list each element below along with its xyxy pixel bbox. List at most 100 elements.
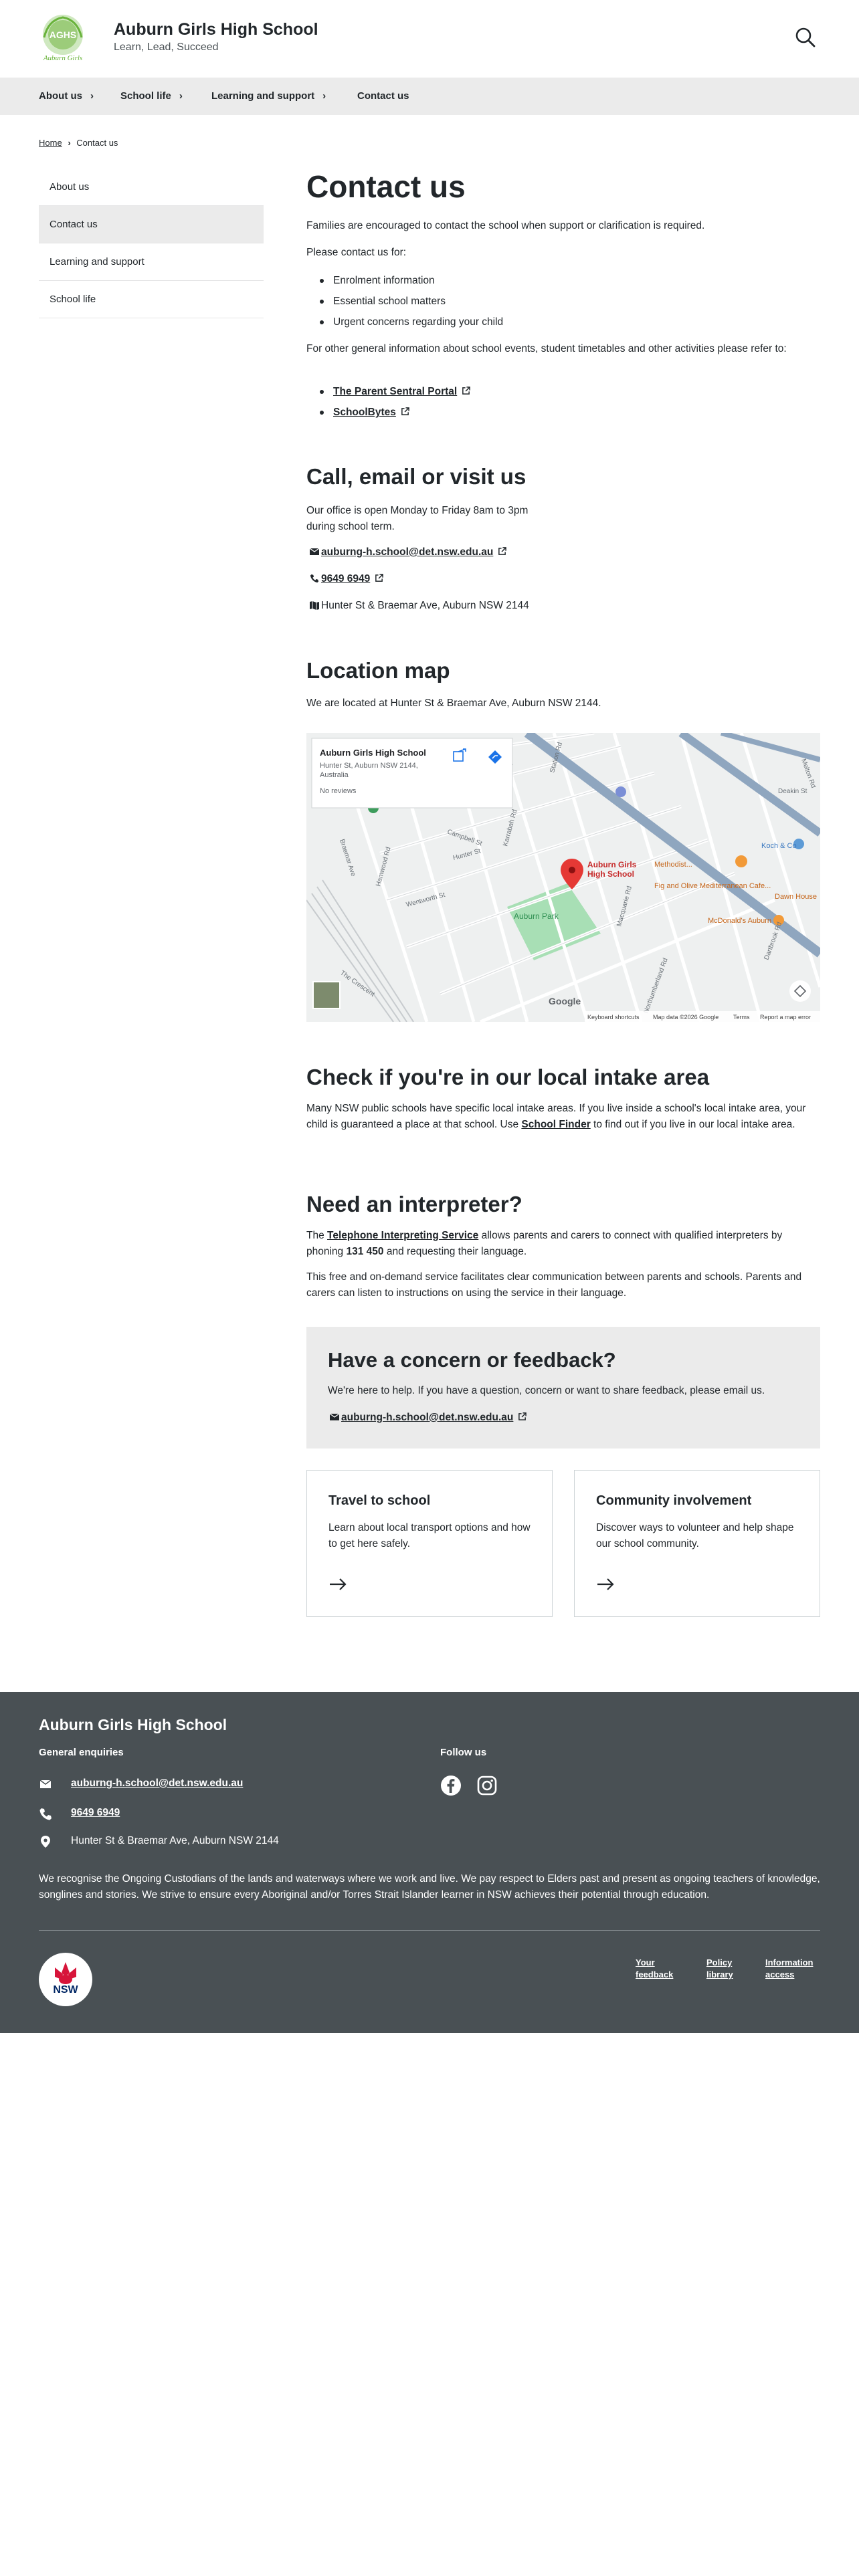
interpreter-text-2: This free and on-demand service facilita… [306, 1271, 802, 1299]
breadcrumb-home[interactable]: Home [39, 138, 62, 148]
tis-phone: 131 450 [346, 1246, 384, 1257]
external-link-icon [498, 547, 507, 555]
phone-icon [39, 1808, 52, 1820]
schoolbytes-link[interactable]: SchoolBytes [333, 407, 396, 418]
nsw-logo[interactable]: NSW [39, 1953, 92, 2006]
other-info-text: For other general information about scho… [306, 343, 787, 354]
arrow-right-icon [597, 1578, 614, 1590]
address-row: Hunter St & Braemar Ave, Auburn NSW 2144 [309, 598, 529, 614]
list-item: SchoolBytes [320, 402, 470, 423]
email-icon [309, 548, 320, 555]
footer-email-link[interactable]: auburng-h.school@det.nsw.edu.au [71, 1778, 243, 1790]
place-label: Koch & Co [761, 842, 797, 850]
email-link[interactable]: auburng-h.school@det.nsw.edu.au [321, 546, 493, 558]
link-line: feedback [636, 1969, 674, 1979]
your-feedback-link[interactable]: Your feedback [636, 1957, 673, 1981]
parent-sentral-link[interactable]: The Parent Sentral Portal [333, 386, 457, 397]
search-button[interactable] [793, 25, 818, 49]
location-heading: Location map [306, 658, 450, 683]
email-icon [39, 1780, 52, 1788]
link-line: access [765, 1969, 795, 1979]
footer-phone-link[interactable]: 9649 6949 [71, 1807, 120, 1819]
nav-item-about-us[interactable]: About us › [39, 78, 94, 115]
map-card-address: Hunter St, Auburn NSW 2144, [320, 762, 418, 770]
place-label: Methodist... [654, 861, 692, 869]
office-hours-line2: during school term. [306, 521, 395, 532]
chevron-right-icon: › [179, 90, 183, 102]
community-card[interactable]: Community involvement Discover ways to v… [574, 1470, 820, 1617]
contact-reasons-list: Enrolment information Essential school m… [320, 270, 503, 332]
footer-divider [39, 1930, 820, 1931]
map-card-address: Australia [320, 771, 349, 779]
link-line: Your [636, 1957, 655, 1967]
facebook-icon[interactable] [440, 1775, 462, 1796]
nav-item-school-life[interactable]: School life › [120, 78, 183, 115]
google-brand: Google [549, 996, 581, 1006]
chevron-right-icon: › [90, 90, 94, 102]
card-text: Discover ways to volunteer and help shap… [596, 1522, 794, 1549]
sidebar-item-contact-us[interactable]: Contact us [39, 206, 264, 243]
nav-item-learning-and-support[interactable]: Learning and support › [211, 78, 326, 115]
follow-heading: Follow us [440, 1747, 487, 1758]
breadcrumb: Home › Contact us [39, 138, 118, 148]
svg-text:AGHS: AGHS [50, 29, 76, 40]
nav-label: Contact us [357, 90, 409, 102]
list-item: Urgent concerns regarding your child [320, 312, 503, 332]
nav-item-contact-us[interactable]: Contact us [357, 78, 409, 115]
external-link-icon [518, 1412, 527, 1420]
concern-email-row: auburng-h.school@det.nsw.edu.au [329, 1410, 527, 1426]
footer-school-name: Auburn Girls High School [39, 1716, 227, 1733]
address-text: Hunter St & Braemar Ave, Auburn NSW 2144 [321, 600, 529, 611]
office-hours-line1: Our office is open Monday to Friday 8am … [306, 505, 529, 516]
pin-label-line1: Auburn Girls [587, 860, 637, 869]
external-link-icon [375, 574, 384, 582]
map-layer-thumbnail [312, 981, 341, 1009]
resource-links-list: The Parent Sentral Portal SchoolBytes [320, 381, 471, 423]
map-footer-item: Report a map error [760, 1014, 811, 1021]
list-item: The Parent Sentral Portal [320, 381, 471, 402]
arrow-right-icon [330, 1578, 347, 1590]
map-canvas[interactable]: Auburn Girls High School Auburn Park Fig… [306, 733, 820, 1022]
search-icon [795, 27, 816, 47]
map-icon [310, 601, 319, 610]
external-link-icon [462, 387, 471, 395]
call-heading: Call, email or visit us [306, 464, 527, 489]
list-item: Essential school matters [320, 291, 503, 312]
embedded-map[interactable]: Auburn Girls High School Auburn Park Fig… [306, 733, 820, 1022]
school-name[interactable]: Auburn Girls High School [114, 20, 318, 39]
sidebar-item-learning-and-support[interactable]: Learning and support [39, 243, 264, 281]
phone-icon [310, 574, 319, 583]
travel-card[interactable]: Travel to school Learn about local trans… [306, 1470, 553, 1617]
card-text: Learn about local transport options and … [328, 1522, 531, 1549]
chevron-right-icon: › [322, 90, 326, 102]
intake-text: Many NSW public schools have specific lo… [306, 1101, 820, 1133]
information-access-link[interactable]: Information access [765, 1957, 814, 1981]
email-icon [329, 1413, 340, 1420]
external-link-icon [401, 407, 409, 415]
school-logo[interactable]: AGHS Auburn Girls [37, 12, 88, 66]
sidebar-item-school-life[interactable]: School life [39, 281, 264, 318]
nav-label: Learning and support [211, 90, 315, 102]
intro-text: Families are encouraged to contact the s… [306, 220, 705, 231]
map-footer-item: Keyboard shortcuts [587, 1014, 640, 1021]
school-finder-link[interactable]: School Finder [521, 1119, 590, 1130]
tis-link[interactable]: Telephone Interpreting Service [327, 1230, 478, 1241]
location-pin-icon [41, 1836, 50, 1848]
pin-label-line2: High School [587, 869, 634, 879]
map-footer-item: Map data ©2026 Google [653, 1014, 719, 1021]
instagram-icon[interactable] [476, 1775, 498, 1796]
cafe-marker [735, 855, 747, 867]
page-title: Contact us [306, 169, 466, 204]
fullscreen-icon[interactable] [789, 980, 811, 1002]
street-label: Deakin St [778, 788, 807, 795]
phone-link[interactable]: 9649 6949 [321, 573, 370, 584]
park-label: Auburn Park [514, 911, 559, 921]
card-title: Community involvement [596, 1493, 752, 1508]
logo-text: Auburn Girls [43, 54, 82, 62]
card-title: Travel to school [328, 1493, 431, 1508]
chevron-right-icon: › [68, 138, 71, 148]
link-line: Information [765, 1957, 814, 1967]
concern-email-link[interactable]: auburng-h.school@det.nsw.edu.au [341, 1412, 513, 1423]
policy-library-link[interactable]: Policy library [706, 1957, 733, 1981]
sidebar-item-about-us[interactable]: About us [39, 169, 264, 206]
